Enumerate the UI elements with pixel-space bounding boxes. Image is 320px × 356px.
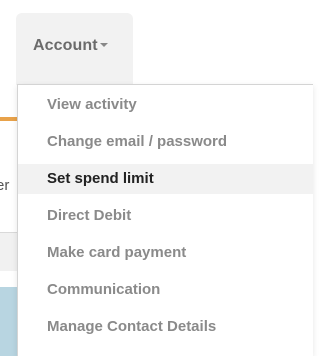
chevron-down-icon <box>99 42 108 47</box>
menu-item-direct-debit[interactable]: Direct Debit <box>18 201 313 231</box>
menu-item-communication[interactable]: Communication <box>18 275 313 305</box>
account-menu-button[interactable]: Account <box>16 13 133 85</box>
background-partial-text: er <box>0 177 10 194</box>
account-menu-label: Account <box>33 37 98 54</box>
menu-item-change-email-password[interactable]: Change email / password <box>18 127 313 157</box>
menu-item-set-spend-limit[interactable]: Set spend limit <box>18 164 313 194</box>
account-dropdown-menu: View activity Change email / password Se… <box>17 84 313 356</box>
menu-item-view-activity[interactable]: View activity <box>18 90 313 120</box>
menu-item-make-card-payment[interactable]: Make card payment <box>18 238 313 268</box>
menu-item-manage-contact-details[interactable]: Manage Contact Details <box>18 312 313 342</box>
